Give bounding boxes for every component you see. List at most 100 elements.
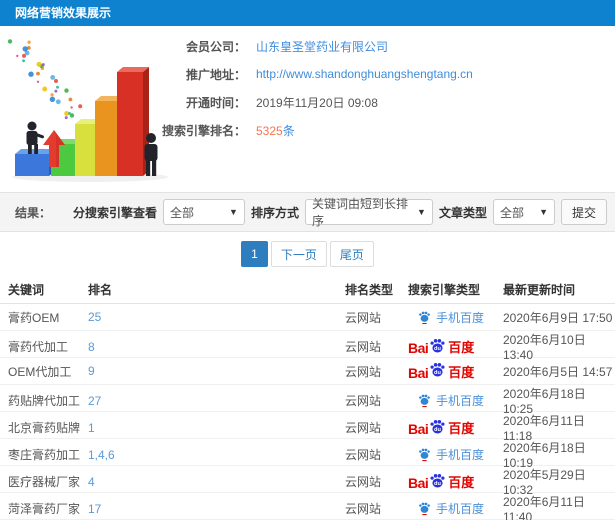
table-row: 菏泽膏药厂家 17 云网站 手机百度 2020年6月11日 11:40 [0, 493, 615, 520]
baidu-logo-bai: Bai [408, 421, 429, 438]
col-keyword: 关键词 [8, 283, 45, 297]
update-time-cell: 2020年6月11日 11:40 [503, 495, 585, 520]
rank-link[interactable]: 8 [88, 340, 345, 354]
svg-text:du: du [434, 346, 441, 352]
baidu-paw: du [429, 361, 446, 380]
baidu-pc-logo: Bai du 百度 [408, 472, 503, 491]
mobile-baidu-paw-icon [419, 502, 430, 516]
chevron-down-icon: ▼ [229, 207, 238, 217]
baidu-paw: du [429, 472, 446, 491]
submit-button[interactable]: 提交 [560, 199, 607, 225]
rank-link[interactable]: 1,4,6 [88, 448, 345, 462]
baidu-pc-logo: Bai du 百度 [408, 361, 503, 381]
rank-type-cell: 云网站 [345, 394, 382, 408]
info-value[interactable]: 山东皇圣堂药业有限公司 [256, 38, 388, 55]
company-info-section: 会员公司： 山东皇圣堂药业有限公司 推广地址： http://www.shandong… [0, 26, 615, 192]
mobile-baidu-paw-icon [419, 448, 430, 462]
info-value[interactable]: http://www.shandonghuangshengtang.cn [256, 67, 473, 81]
chevron-down-icon: ▼ [539, 207, 548, 217]
svg-text:du: du [434, 427, 441, 433]
keyword-cell: 枣庄膏药加工 [8, 448, 81, 462]
article-type-label: 文章类型 [438, 205, 487, 220]
rank-link[interactable]: 4 [88, 475, 345, 489]
engine-select[interactable]: 全部 ▼ [162, 199, 245, 225]
rank-link[interactable]: 27 [88, 394, 345, 408]
col-rank-type: 排名类型 [345, 283, 394, 297]
result-label: 结果： [15, 205, 52, 220]
baidu-paw-icon: du [430, 363, 445, 377]
mobile-baidu-paw-icon [419, 311, 430, 324]
baidu-logo-bai: Bai [408, 340, 429, 357]
update-time-cell: 2020年6月9日 17:50 [503, 310, 613, 325]
company-info-list: 会员公司： 山东皇圣堂药业有限公司 推广地址： http://www.shandong… [160, 26, 615, 144]
table-row: 北京膏药贴牌 1 云网站 Bai du 百度 2020年6月11日 11:18 [0, 412, 615, 443]
table-row: 膏药代加工 8 云网站 Bai du 百度 2020年6月10日 13:40 [0, 331, 615, 362]
rank-type-cell: 云网站 [345, 475, 382, 489]
rank-type-cell: 云网站 [345, 340, 382, 354]
page-current[interactable]: 1 [241, 241, 268, 267]
col-engine-type: 搜索引擎类型 [408, 283, 481, 297]
baidu-paw-icon: du [430, 473, 445, 488]
info-value: 2019年11月20日 09:08 [256, 95, 378, 110]
baidu-paw-icon: du [430, 338, 445, 353]
article-type-select[interactable]: 全部 ▼ [492, 199, 555, 225]
sort-filter-label: 排序方式 [250, 205, 299, 220]
keyword-cell: 医疗器械厂家 [8, 475, 81, 489]
page-title: 网络营销效果展示 [15, 6, 112, 20]
keyword-cell: 北京膏药贴牌 [8, 421, 81, 435]
page-next-button[interactable]: 下一页 [270, 241, 327, 267]
keyword-cell: 膏药代加工 [8, 340, 69, 354]
keyword-cell: OEM代加工 [8, 364, 72, 379]
filter-bar: 结果： 分搜索引擎查看 全部 ▼ 排序方式 关键词由短到长排序 ▼ 文章类型 全… [0, 192, 615, 232]
baidu-logo-bai: Bai [408, 475, 429, 492]
chevron-down-icon: ▼ [417, 207, 426, 217]
baidu-paw: du [429, 418, 446, 437]
info-row: 推广地址： http://www.shandonghuangshengtang.c… [160, 60, 615, 88]
page-last-button[interactable]: 尾页 [329, 241, 374, 267]
mobile-baidu-logo: 手机百度 [418, 500, 503, 517]
baidu-logo-cn: 百度 [448, 475, 475, 491]
sort-select[interactable]: 关键词由短到长排序 ▼ [304, 197, 433, 228]
engine-select-value: 全部 [169, 205, 194, 220]
table-row: 医疗器械厂家 4 云网站 Bai du 百度 2020年5月29日 10:32 [0, 466, 615, 497]
col-update-time: 最新更新时间 [503, 283, 576, 297]
svg-text:du: du [434, 481, 441, 487]
mobile-baidu-label: 手机百度 [436, 502, 485, 516]
update-time-cell: 2020年6月10日 13:40 [503, 333, 586, 362]
mobile-baidu-logo: 手机百度 [418, 309, 503, 326]
baidu-logo-cn: 百度 [448, 364, 475, 380]
sort-select-value: 关键词由短到长排序 [311, 197, 408, 228]
ranking-count-unit: 条 [282, 123, 295, 138]
rank-link[interactable]: 17 [88, 502, 345, 516]
table-row: 药贴牌代加工 27 云网站 手机百度 2020年6月18日 10:25 [0, 385, 615, 416]
svg-text:du: du [434, 371, 441, 377]
rank-type-cell: 云网站 [345, 310, 382, 325]
info-row: 会员公司： 山东皇圣堂药业有限公司 [160, 32, 615, 60]
filter-controls: 分搜索引擎查看 全部 ▼ 排序方式 关键词由短到长排序 ▼ 文章类型 全部 ▼ … [72, 197, 607, 228]
article-type-value: 全部 [499, 205, 524, 220]
mobile-baidu-label: 手机百度 [436, 394, 485, 408]
info-value: 5325条 [256, 122, 295, 139]
baidu-logo-cn: 百度 [448, 421, 475, 437]
marketing-chart-illustration [5, 34, 180, 184]
mobile-baidu-label: 手机百度 [436, 448, 485, 462]
rank-link[interactable]: 9 [88, 364, 345, 378]
table-row: 枣庄膏药加工 1,4,6 云网站 手机百度 2020年6月18日 10:19 [0, 439, 615, 470]
col-rank: 排名 [88, 283, 113, 297]
rank-type-cell: 云网站 [345, 421, 382, 435]
mobile-baidu-label: 手机百度 [436, 310, 485, 325]
update-time-cell: 2020年6月5日 14:57 [503, 364, 613, 379]
bar-red [117, 67, 149, 176]
mobile-baidu-logo: 手机百度 [418, 392, 503, 409]
keyword-table: 关键词 排名 排名类型 搜索引擎类型 最新更新时间 膏药OEM 25 云网站 手机百度… [0, 276, 615, 520]
info-row: 开通时间： 2019年11月20日 09:08 [160, 88, 615, 116]
rank-link[interactable]: 25 [88, 310, 345, 324]
rank-link[interactable]: 1 [88, 421, 345, 435]
table-body: 膏药OEM 25 云网站 手机百度 2020年6月9日 17:50 膏药代加工 8 云网站 Ba… [0, 304, 615, 520]
engine-filter-label: 分搜索引擎查看 [72, 205, 157, 220]
table-row: OEM代加工 9 云网站 Bai du 百度 2020年6月5日 14:57 [0, 358, 615, 385]
table-row: 膏药OEM 25 云网站 手机百度 2020年6月9日 17:50 [0, 304, 615, 331]
info-row: 搜索引擎排名： 5325条 [160, 116, 615, 144]
baidu-paw: du [429, 337, 446, 356]
rank-type-cell: 云网站 [345, 448, 382, 462]
